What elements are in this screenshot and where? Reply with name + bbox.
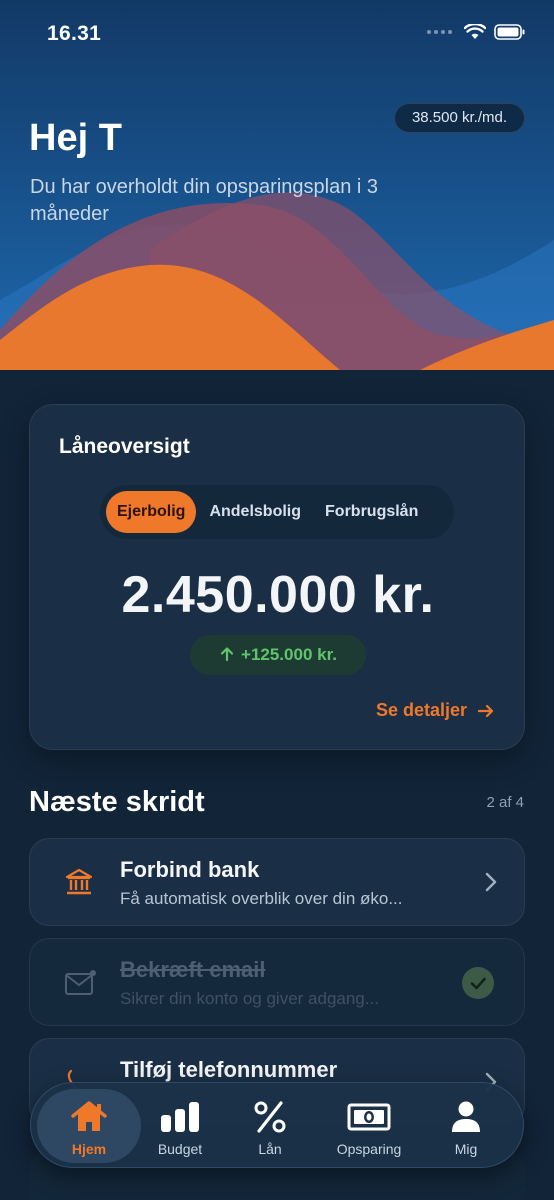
- tab-label: Opsparing: [336, 1141, 402, 1157]
- step-connect-bank[interactable]: Forbind bank Få automatisk overblik over…: [29, 838, 525, 926]
- person-icon: [418, 1100, 514, 1134]
- tab-mig[interactable]: Mig: [418, 1089, 514, 1163]
- tab-label: Hjem: [71, 1141, 107, 1157]
- tab-opsparing[interactable]: Opsparing: [321, 1089, 417, 1163]
- loan-change-badge: +125.000 kr.: [190, 635, 366, 675]
- tab-ejerbolig[interactable]: Ejerbolig: [106, 491, 197, 533]
- mail-icon: [65, 970, 96, 995]
- arrow-right-icon: [477, 704, 494, 717]
- home-icon: [37, 1100, 141, 1134]
- tab-hjem[interactable]: Hjem: [37, 1089, 141, 1163]
- next-steps-count: 2 af 4: [486, 794, 524, 811]
- step-title: Forbind bank: [120, 857, 260, 882]
- banknote-icon: [321, 1100, 417, 1134]
- signal-icon: [427, 30, 452, 34]
- tab-label: Budget: [157, 1141, 203, 1157]
- tab-forbrugslan[interactable]: Forbrugslån: [314, 491, 429, 533]
- loan-change-value: +125.000 kr.: [241, 645, 337, 664]
- arrow-up-icon: [220, 647, 234, 662]
- monthly-budget-badge[interactable]: 38.500 kr./md.: [393, 103, 525, 133]
- battery-icon: [494, 24, 525, 40]
- loan-amount: 2.450.000 kr.: [121, 566, 435, 624]
- tab-budget[interactable]: Budget: [132, 1089, 228, 1163]
- loan-overview-card: Låneoversigt Ejerbolig Andelsbolig Forbr…: [29, 404, 525, 750]
- loan-overview-title: Låneoversigt: [59, 435, 190, 458]
- percent-icon: [222, 1100, 318, 1134]
- step-title: Bekræft email: [120, 957, 266, 982]
- completed-check-icon: [462, 967, 494, 999]
- tab-label: Mig: [454, 1141, 478, 1157]
- step-description: Få automatisk overblik over din øko...: [120, 889, 403, 908]
- step-confirm-email[interactable]: Bekræft email Sikrer din konto og giver …: [29, 938, 525, 1026]
- step-title: Tilføj telefonnummer: [120, 1057, 338, 1082]
- savings-status-subtitle: Du har overholdt din opsparingsplan i 3 …: [30, 176, 378, 225]
- hero-header: 16.31 38.500 kr./md. Hej T Du har overho…: [0, 0, 554, 370]
- greeting-title: Hej T: [29, 117, 122, 159]
- next-steps-title: Næste skridt: [29, 786, 205, 818]
- tab-label: Lån: [258, 1141, 282, 1157]
- bottom-tab-bar: Hjem Budget Lån Opsparing Mig: [30, 1082, 524, 1168]
- bank-icon: [65, 868, 93, 895]
- tab-andelsbolig[interactable]: Andelsbolig: [198, 491, 312, 533]
- step-description: Sikrer din konto og giver adgang...: [120, 989, 379, 1008]
- status-bar: 16.31: [0, 0, 554, 70]
- see-details-label: Se detaljer: [375, 700, 467, 720]
- loan-type-segmented-control: Ejerbolig Andelsbolig Forbrugslån: [100, 485, 454, 539]
- chevron-right-icon: [485, 872, 497, 892]
- status-time: 16.31: [47, 22, 102, 45]
- wifi-icon: [464, 24, 486, 39]
- tab-lan[interactable]: Lån: [222, 1089, 318, 1163]
- bar-chart-icon: [132, 1100, 228, 1134]
- status-icons: [427, 24, 526, 40]
- see-details-link[interactable]: Se detaljer: [376, 700, 495, 721]
